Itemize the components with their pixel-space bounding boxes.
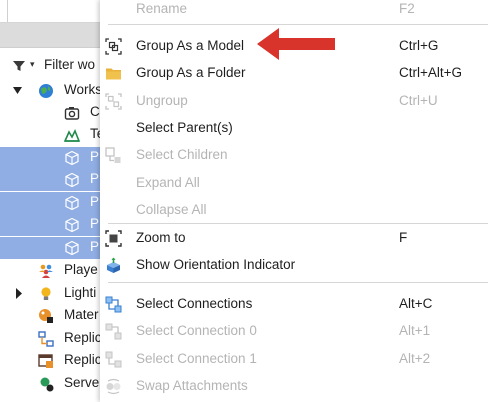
menu-separator [108, 223, 488, 224]
part-icon [65, 172, 79, 188]
menu-item-label: Select Connection 1 [136, 351, 257, 366]
tree-item-part[interactable]: P [0, 214, 110, 236]
menu-item-select-connection-0[interactable]: Select Connection 0 Alt+1 [100, 318, 490, 345]
tree-item-server-script-service[interactable]: Serve [0, 373, 110, 395]
tree-item-material-service[interactable]: Mater [0, 305, 110, 327]
annotation-arrow-icon [257, 28, 335, 60]
tree-item-label: Lighti [64, 285, 97, 300]
menu-item-expand-all[interactable]: Expand All [100, 170, 490, 197]
orientation-indicator-icon [107, 257, 120, 273]
folder-icon [106, 68, 121, 80]
tree-item-label: Serve [64, 375, 100, 390]
menu-item-label: Show Orientation Indicator [136, 257, 296, 272]
chevron-down-icon[interactable]: ▾ [30, 59, 35, 70]
menu-item-select-children[interactable]: Select Children [100, 142, 490, 169]
tree-item-label: Playe [64, 262, 98, 277]
tree-item-lighting[interactable]: Lighti [0, 283, 110, 305]
expanded-arrow-icon[interactable] [13, 86, 23, 96]
tree-item-part[interactable]: P [0, 192, 110, 214]
terrain-icon [64, 129, 80, 142]
tree-item-part[interactable]: P [0, 169, 110, 191]
tree-item-camera[interactable]: C [0, 102, 110, 124]
tree-item-part[interactable]: P [0, 147, 110, 169]
explorer-panel: ▾ Filter wo Works C Te P P P P P Playe L… [0, 0, 110, 402]
part-icon [65, 217, 79, 233]
filter-icon[interactable] [12, 59, 26, 73]
tree-item-label: C [90, 104, 100, 119]
menu-item-group-as-folder[interactable]: Group As a Folder Ctrl+Alt+G [100, 60, 490, 87]
menu-item-label: Zoom to [136, 230, 186, 245]
tree-item-replicated-storage[interactable]: Replic [0, 350, 110, 372]
menu-item-label: Select Connection 0 [136, 323, 257, 338]
zoom-to-icon [105, 230, 122, 247]
tree-item-label: P [90, 171, 100, 186]
tree-item-label: Replic [64, 330, 102, 345]
menu-item-shortcut: F [399, 230, 408, 245]
server-script-service-icon [40, 377, 54, 392]
menu-item-rename[interactable]: Rename F2 [100, 0, 490, 23]
lighting-icon [41, 287, 51, 300]
part-icon [65, 240, 79, 256]
explorer-toolbar [0, 0, 110, 23]
part-icon [65, 150, 79, 166]
menu-item-shortcut: Alt+2 [399, 351, 431, 366]
filter-bar[interactable]: ▾ Filter wo [6, 55, 110, 77]
tree-item-label: P [90, 216, 100, 231]
camera-icon [64, 107, 80, 120]
replicated-first-icon [38, 331, 54, 347]
menu-item-label: Expand All [136, 175, 200, 190]
tree-item-terrain[interactable]: Te [0, 124, 110, 146]
menu-item-select-connections[interactable]: Select Connections Alt+C [100, 291, 490, 318]
menu-item-select-connection-1[interactable]: Select Connection 1 Alt+2 [100, 346, 490, 373]
tree-item-label: Works [64, 82, 103, 97]
select-children-icon [105, 147, 121, 163]
ungroup-icon [105, 93, 122, 110]
menu-item-shortcut: Alt+1 [399, 323, 431, 338]
menu-item-label: Group As a Model [136, 38, 245, 53]
players-icon [39, 264, 53, 278]
menu-item-label: Group As a Folder [136, 65, 246, 80]
menu-item-shortcut: Ctrl+G [399, 38, 439, 53]
menu-separator [108, 282, 488, 283]
tree-item-label: Mater [64, 307, 99, 322]
part-icon [65, 195, 79, 211]
select-connection-icon [105, 351, 122, 368]
tree-item-workspace[interactable]: Works [0, 80, 110, 102]
menu-item-select-parents[interactable]: Select Parent(s) [100, 115, 490, 142]
select-connection-icon [105, 323, 122, 340]
select-connections-icon [105, 296, 122, 313]
menu-item-shortcut: Alt+C [399, 296, 433, 311]
menu-item-collapse-all[interactable]: Collapse All [100, 197, 490, 224]
menu-item-label: Select Parent(s) [136, 120, 233, 135]
menu-item-label: Select Connections [136, 296, 253, 311]
tree-item-label: P [90, 239, 100, 254]
menu-item-shortcut: Ctrl+Alt+G [399, 65, 463, 80]
tree-item-label: P [90, 194, 100, 209]
menu-item-shortcut: Ctrl+U [399, 93, 438, 108]
group-model-icon [105, 38, 122, 55]
menu-item-show-orientation-indicator[interactable]: Show Orientation Indicator [100, 252, 490, 279]
filter-input[interactable]: Filter wo [44, 57, 95, 72]
tree-item-label: P [90, 149, 100, 164]
swap-attachments-icon [106, 378, 121, 395]
tree-item-part[interactable]: P [0, 237, 110, 259]
menu-item-zoom-to[interactable]: Zoom to F [100, 225, 490, 252]
replicated-storage-icon [38, 354, 53, 368]
explorer-header [0, 23, 110, 48]
menu-item-label: Ungroup [136, 93, 188, 108]
menu-item-label: Rename [136, 1, 188, 16]
menu-item-label: Swap Attachments [136, 378, 248, 393]
collapsed-arrow-icon[interactable] [15, 288, 23, 299]
workspace-globe-icon [39, 84, 53, 98]
material-service-icon [39, 309, 53, 323]
tree-item-label: Replic [64, 352, 102, 367]
menu-item-label: Select Children [136, 147, 228, 162]
tree-item-replicated-first[interactable]: Replic [0, 328, 110, 350]
menu-item-ungroup[interactable]: Ungroup Ctrl+U [100, 88, 490, 115]
menu-item-shortcut: F2 [399, 1, 415, 16]
menu-item-swap-attachments[interactable]: Swap Attachments [100, 373, 490, 400]
tree-item-players[interactable]: Playe [0, 260, 110, 282]
menu-item-label: Collapse All [136, 202, 207, 217]
